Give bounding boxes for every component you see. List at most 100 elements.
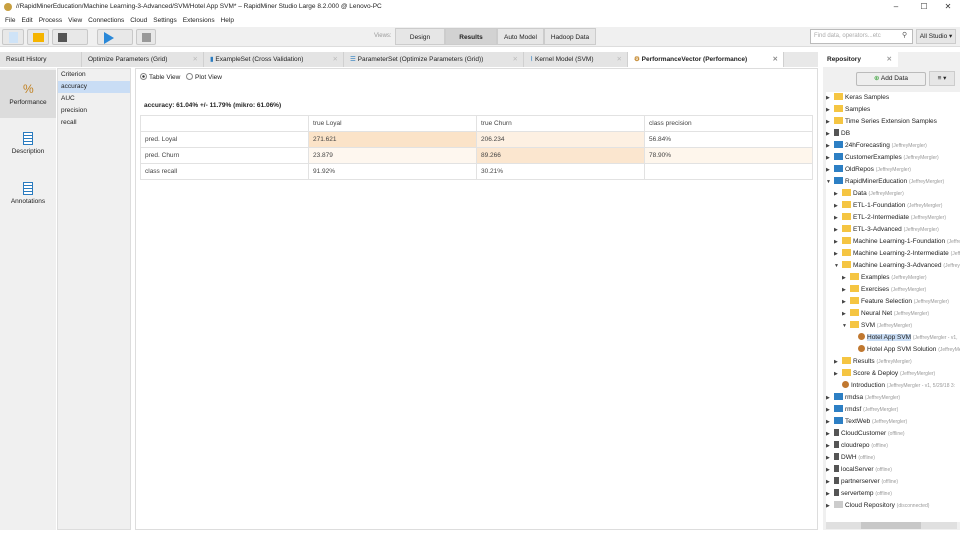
repository-item[interactable]: ▶ Results (JeffreyMergler) (826, 356, 960, 368)
repository-item[interactable]: ▶ 24hForecasting (JeffreyMergler) (826, 140, 960, 152)
plot-view-radio[interactable]: Plot View (186, 73, 222, 81)
add-data-button[interactable]: ⊕ Add Data (856, 72, 926, 86)
repository-item[interactable]: ▶ Data (JeffreyMergler) (826, 188, 960, 200)
expand-arrow-icon[interactable]: ▶ (834, 236, 842, 248)
expand-arrow-icon[interactable]: ▶ (826, 476, 834, 488)
repository-item[interactable]: ▶ Score & Deploy (JeffreyMergler) (826, 368, 960, 380)
expand-arrow-icon[interactable]: ▶ (826, 464, 834, 476)
repository-item[interactable]: ▶ CustomerExamples (JeffreyMergler) (826, 152, 960, 164)
expand-arrow-icon[interactable]: ▶ (826, 164, 834, 176)
criterion-auc[interactable]: AUC (58, 93, 130, 105)
expand-arrow-icon[interactable]: ▶ (826, 140, 834, 152)
close-button[interactable]: ✕ (936, 0, 960, 14)
expand-arrow-icon[interactable]: ▶ (826, 104, 834, 116)
save-button[interactable] (52, 29, 88, 45)
close-tab-icon[interactable]: ✕ (333, 52, 338, 67)
tab-result-history[interactable]: Result History (0, 52, 82, 67)
repository-item[interactable]: ▶ Neural Net (JeffreyMergler) (826, 308, 960, 320)
close-tab-icon[interactable]: ✕ (887, 52, 892, 67)
repository-item[interactable]: ▶ Time Series Extension Samples (826, 116, 960, 128)
view-results[interactable]: Results (445, 28, 497, 45)
minimize-button[interactable]: – (884, 0, 908, 14)
repository-item[interactable]: ▶ Machine Learning-1-Foundation (JeffreyM… (826, 236, 960, 248)
global-search-input[interactable]: Find data, operators...etc (810, 29, 913, 44)
repository-item[interactable]: ▶ TextWeb (JeffreyMergler) (826, 416, 960, 428)
menu-file[interactable]: File (5, 17, 15, 24)
repository-item[interactable]: ▶ servertemp (offline) (826, 488, 960, 500)
tab-optimize-parameters[interactable]: Optimize Parameters (Grid) ✕ (82, 52, 204, 67)
menu-cloud[interactable]: Cloud (130, 17, 147, 24)
search-icon[interactable]: ⚲ (902, 31, 907, 39)
repository-item[interactable]: ▼ RapidMinerEducation (JeffreyMergler) (826, 176, 960, 188)
expand-arrow-icon[interactable]: ▶ (826, 488, 834, 500)
stop-button[interactable] (136, 29, 156, 45)
tab-kernel-model[interactable]: ⌇ Kernel Model (SVM) ✕ (524, 52, 628, 67)
new-process-button[interactable] (2, 29, 24, 45)
expand-arrow-icon[interactable]: ▶ (834, 200, 842, 212)
scrollbar-thumb[interactable] (861, 522, 921, 529)
table-view-radio[interactable]: Table View (140, 73, 180, 81)
repository-item[interactable]: ▶ Keras Samples (826, 92, 960, 104)
repository-item[interactable]: ▶ Examples (JeffreyMergler) (826, 272, 960, 284)
expand-arrow-icon[interactable]: ▶ (826, 116, 834, 128)
tab-parameterset[interactable]: ☰ ParameterSet (Optimize Parameters (Gri… (344, 52, 524, 67)
expand-arrow-icon[interactable]: ▶ (834, 248, 842, 260)
repository-item[interactable]: ▶ Machine Learning-2-Intermediate (Jeffre… (826, 248, 960, 260)
menu-view[interactable]: View (68, 17, 82, 24)
studio-dropdown[interactable]: All Studio ▾ (916, 29, 956, 44)
repository-item[interactable]: ▶ rmdsa (JeffreyMergler) (826, 392, 960, 404)
expand-arrow-icon[interactable]: ▶ (834, 224, 842, 236)
repository-item[interactable]: ▼ SVM (JeffreyMergler) (826, 320, 960, 332)
expand-arrow-icon[interactable]: ▶ (826, 428, 834, 440)
menu-help[interactable]: Help (221, 17, 234, 24)
nav-annotations[interactable]: Annotations (0, 170, 56, 218)
tab-exampleset[interactable]: ▮ ExampleSet (Cross Validation) ✕ (204, 52, 344, 67)
maximize-button[interactable]: ☐ (912, 0, 936, 14)
view-auto-model[interactable]: Auto Model (497, 28, 544, 45)
open-folder-button[interactable] (27, 29, 49, 45)
menu-process[interactable]: Process (39, 17, 62, 24)
menu-edit[interactable]: Edit (21, 17, 32, 24)
expand-arrow-icon[interactable]: ▶ (842, 308, 850, 320)
expand-arrow-icon[interactable]: ▶ (834, 368, 842, 380)
expand-arrow-icon[interactable]: ▶ (826, 440, 834, 452)
expand-arrow-icon[interactable]: ▶ (842, 296, 850, 308)
view-hadoop-data[interactable]: Hadoop Data (544, 28, 596, 45)
expand-arrow-icon[interactable]: ▶ (826, 92, 834, 104)
collapse-arrow-icon[interactable]: ▼ (834, 260, 842, 272)
horizontal-scrollbar[interactable] (826, 522, 957, 529)
collapse-arrow-icon[interactable]: ▼ (842, 320, 850, 332)
expand-arrow-icon[interactable]: ▶ (826, 152, 834, 164)
repository-tab[interactable]: Repository ✕ (823, 52, 898, 67)
expand-arrow-icon[interactable]: ▶ (834, 212, 842, 224)
run-button[interactable] (97, 29, 133, 45)
expand-arrow-icon[interactable]: ▶ (826, 500, 834, 512)
repository-item[interactable]: ▶ Feature Selection (JeffreyMergler) (826, 296, 960, 308)
repository-item[interactable]: ▶ ETL-1-Foundation (JeffreyMergler) (826, 200, 960, 212)
repository-menu-button[interactable]: ≡ ▾ (929, 71, 955, 86)
close-tab-icon[interactable]: ✕ (773, 52, 778, 67)
repository-item[interactable]: ▶ Samples (826, 104, 960, 116)
repository-item[interactable]: Introduction (JeffreyMergler - v1, 5/29/… (826, 380, 960, 392)
close-tab-icon[interactable]: ✕ (193, 52, 198, 67)
criterion-precision[interactable]: precision (58, 105, 130, 117)
expand-arrow-icon[interactable]: ▶ (842, 284, 850, 296)
repository-item[interactable]: ▶ OldRepos (JeffreyMergler) (826, 164, 960, 176)
menu-settings[interactable]: Settings (153, 17, 177, 24)
expand-arrow-icon[interactable]: ▶ (826, 416, 834, 428)
expand-arrow-icon[interactable]: ▶ (826, 404, 834, 416)
expand-arrow-icon[interactable]: ▶ (834, 188, 842, 200)
repository-item[interactable]: ▶ Cloud Repository (disconnected) (826, 500, 960, 512)
repository-item[interactable]: Hotel App SVM Solution (JeffreyMergler) (826, 344, 960, 356)
repository-item[interactable]: ▶ localServer (offline) (826, 464, 960, 476)
expand-arrow-icon[interactable]: ▶ (842, 272, 850, 284)
close-tab-icon[interactable]: ✕ (513, 52, 518, 67)
tab-performancevector[interactable]: ⚙ PerformanceVector (Performance) ✕ (628, 52, 784, 67)
repository-item[interactable]: ▶ cloudrepo (offline) (826, 440, 960, 452)
repository-item[interactable]: ▶ ETL-2-Intermediate (JeffreyMergler) (826, 212, 960, 224)
repository-item[interactable]: ▶ CloudCustomer (offline) (826, 428, 960, 440)
expand-arrow-icon[interactable]: ▶ (834, 356, 842, 368)
repository-item[interactable]: ▶ partnerserver (offline) (826, 476, 960, 488)
expand-arrow-icon[interactable]: ▶ (826, 392, 834, 404)
repository-item[interactable]: ▶ Exercises (JeffreyMergler) (826, 284, 960, 296)
